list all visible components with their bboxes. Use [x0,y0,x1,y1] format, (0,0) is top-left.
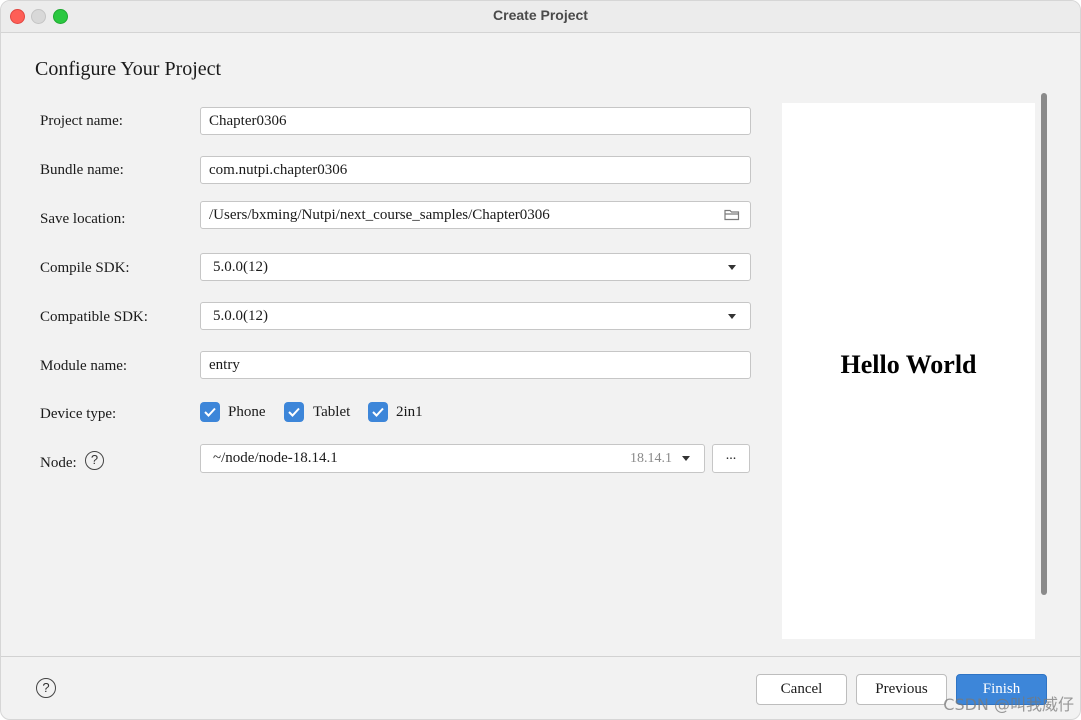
node-browse-button[interactable]: ... [712,444,750,473]
save-location-value: /Users/bxming/Nutpi/next_course_samples/… [209,207,550,223]
page-heading: Configure Your Project [35,58,222,80]
node-select[interactable]: ~/node/node-18.14.1 18.14.1 [200,444,705,473]
chevron-down-icon [728,314,736,319]
compile-sdk-value: 5.0.0(12) [213,259,268,275]
preview-panel: Hello World [782,103,1035,639]
node-help-icon[interactable]: ? [85,451,104,470]
previous-button[interactable]: Previous [856,674,947,705]
phone-checkbox[interactable] [200,402,220,422]
compatible-sdk-label: Compatible SDK: [40,309,148,325]
2in1-checkbox[interactable] [368,402,388,422]
title-bar: Create Project [1,1,1080,33]
node-label: Node: [40,455,77,471]
tablet-label: Tablet [313,404,351,420]
compatible-sdk-value: 5.0.0(12) [213,308,268,324]
bundle-name-label: Bundle name: [40,162,124,178]
phone-label: Phone [228,404,266,420]
save-location-label: Save location: [40,211,126,227]
create-project-window: Create Project Configure Your Project Pr… [0,0,1081,720]
compatible-sdk-select[interactable]: 5.0.0(12) [200,302,751,330]
checkmark-icon [372,407,384,417]
2in1-label: 2in1 [396,404,423,420]
module-name-label: Module name: [40,358,128,374]
preview-text: Hello World [840,350,977,379]
tablet-checkbox[interactable] [284,402,304,422]
checkmark-icon [204,407,216,417]
watermark-text: CSDN @叫我威仔 [943,695,1074,714]
node-version-value: 18.14.1 [630,451,672,466]
compile-sdk-select[interactable]: 5.0.0(12) [200,253,751,281]
compile-sdk-label: Compile SDK: [40,260,130,276]
project-name-input[interactable]: Chapter0306 [200,107,751,135]
window-title: Create Project [493,7,588,23]
cancel-button[interactable]: Cancel [756,674,847,705]
help-icon[interactable]: ? [36,678,56,698]
preview-scrollbar[interactable] [1041,93,1047,595]
folder-icon[interactable] [724,209,740,221]
module-name-input[interactable]: entry [200,351,751,379]
footer-divider [1,656,1080,657]
chevron-down-icon [728,265,736,270]
device-type-label: Device type: [40,406,117,422]
node-path-value: ~/node/node-18.14.1 [213,450,338,466]
chevron-down-icon [682,456,690,461]
checkmark-icon [288,407,300,417]
save-location-input[interactable]: /Users/bxming/Nutpi/next_course_samples/… [200,201,751,229]
project-name-label: Project name: [40,113,123,129]
bundle-name-input[interactable]: com.nutpi.chapter0306 [200,156,751,184]
